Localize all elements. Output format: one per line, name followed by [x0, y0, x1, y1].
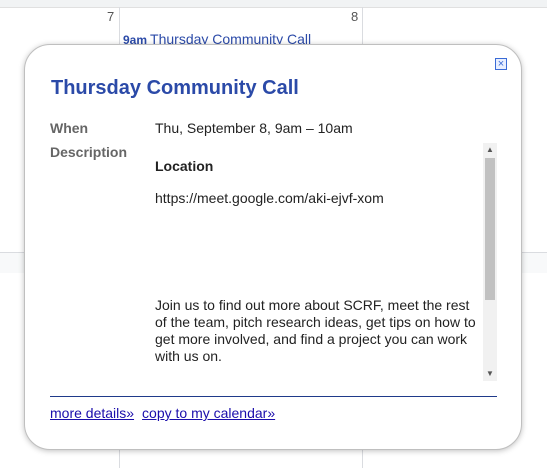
day-number-8[interactable]: 8: [351, 9, 358, 24]
event-details-popup: × Thursday Community Call When Thu, Sept…: [24, 44, 522, 450]
copy-to-my-calendar-link[interactable]: copy to my calendar»: [142, 405, 275, 421]
description-content: Location https://meet.google.com/aki-ejv…: [155, 158, 483, 365]
scrollbar-thumb[interactable]: [485, 158, 495, 300]
location-url: https://meet.google.com/aki-ejvf-xom: [155, 190, 384, 206]
popup-divider: [50, 396, 497, 397]
location-heading: Location: [155, 158, 214, 174]
close-button[interactable]: ×: [495, 58, 507, 70]
scroll-down-arrow-icon[interactable]: ▼: [483, 367, 497, 381]
when-value: Thu, September 8, 9am – 10am: [155, 120, 353, 136]
popup-links: more details» copy to my calendar»: [50, 405, 275, 421]
calendar-header-strip: [0, 0, 547, 8]
day-number-7[interactable]: 7: [107, 9, 114, 24]
description-body: Join us to find out more about SCRF, mee…: [155, 297, 476, 364]
more-details-link[interactable]: more details»: [50, 405, 134, 421]
close-icon: ×: [497, 58, 505, 70]
description-scroll-area[interactable]: Location https://meet.google.com/aki-ejv…: [155, 143, 497, 381]
when-label: When: [50, 120, 89, 136]
description-label: Description: [50, 144, 128, 160]
event-title-heading: Thursday Community Call: [51, 77, 299, 99]
description-scrollbar[interactable]: ▲ ▼: [483, 143, 497, 381]
scroll-up-arrow-icon[interactable]: ▲: [483, 143, 497, 157]
